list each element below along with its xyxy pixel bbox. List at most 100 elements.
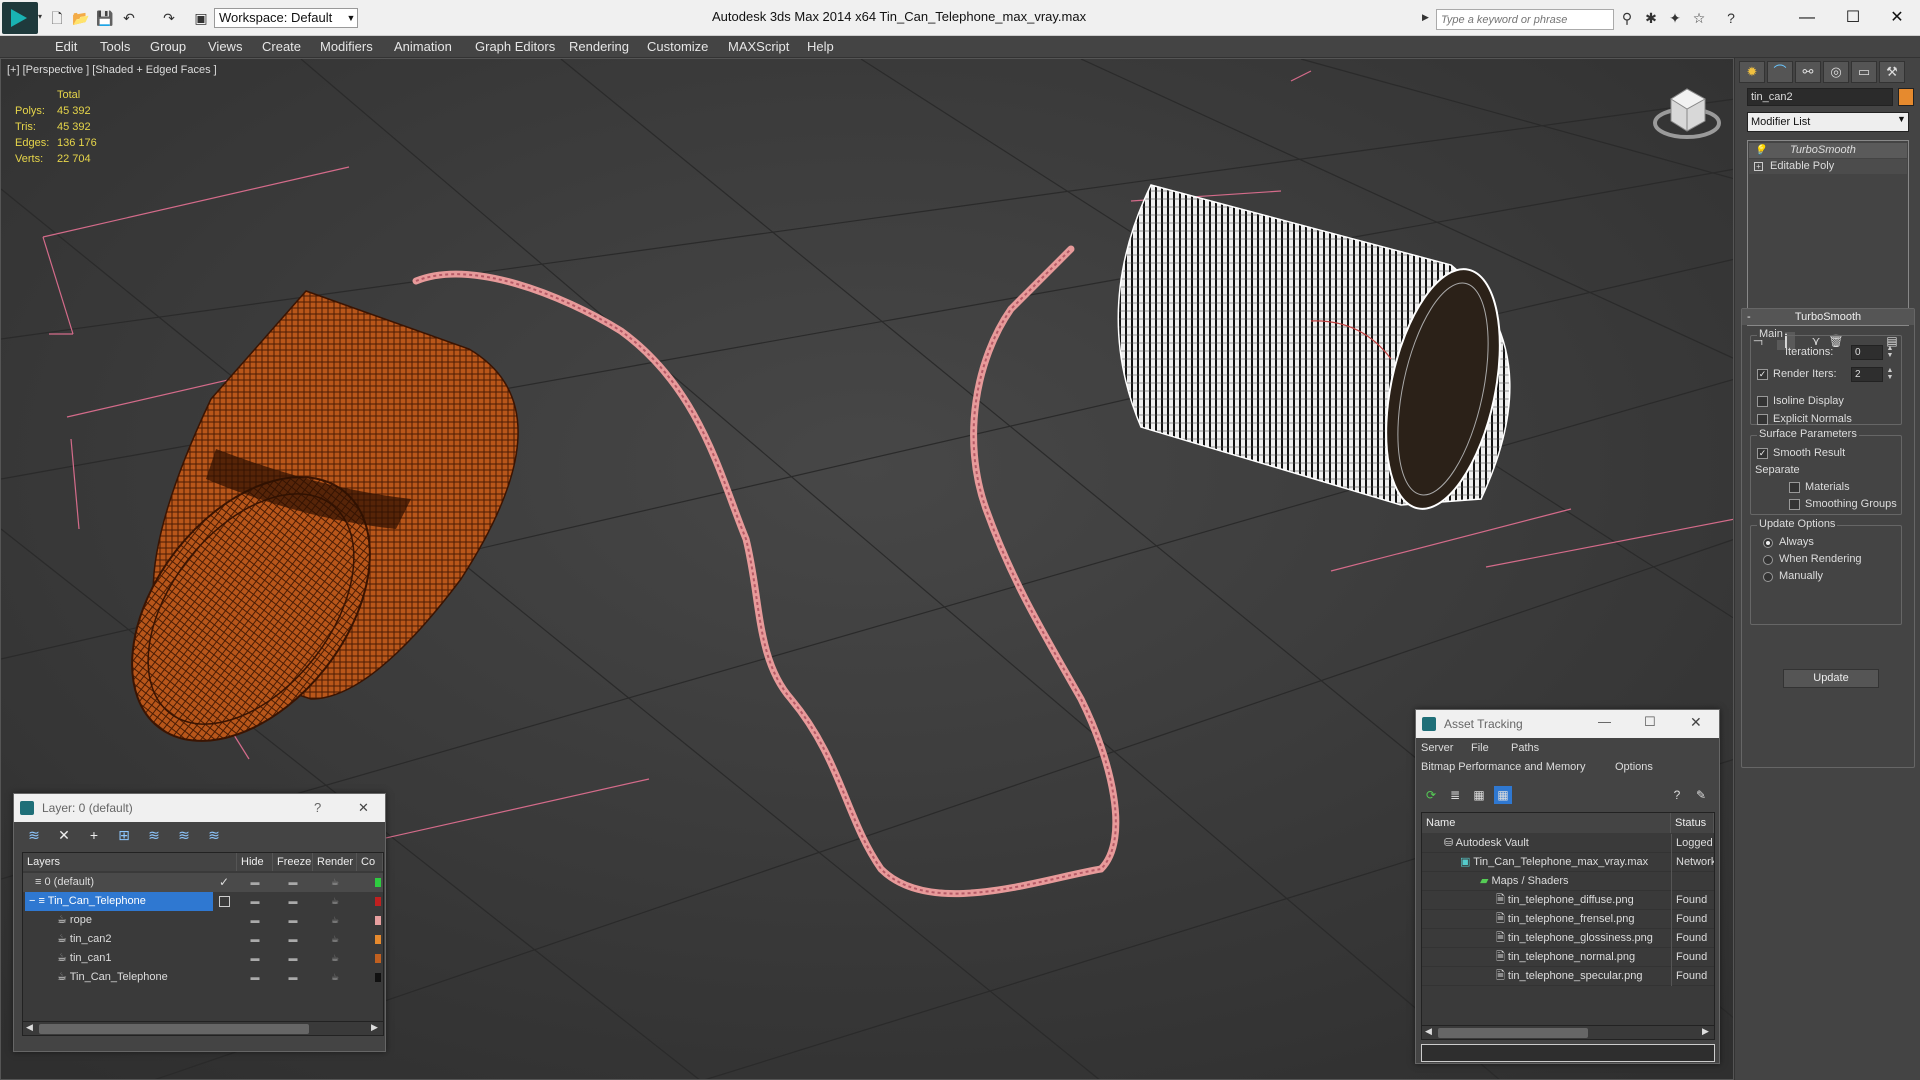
detail-view-icon[interactable]: ▦ xyxy=(1470,786,1488,804)
freeze-toggle[interactable]: ▬ xyxy=(275,892,311,911)
asset-row[interactable]: 🗎 tin_telephone_diffuse.png Found xyxy=(1422,891,1714,910)
expand-plus-icon[interactable]: + xyxy=(1754,162,1763,171)
menu-help[interactable]: Help xyxy=(807,39,834,54)
menu-paths[interactable]: Paths xyxy=(1511,742,1539,754)
menu-customize[interactable]: Customize xyxy=(647,39,708,54)
menu-animation[interactable]: Animation xyxy=(394,39,452,54)
scroll-left-icon[interactable]: ◀ xyxy=(1425,1026,1432,1037)
hide-toggle[interactable]: ▬ xyxy=(237,949,273,968)
freeze-toggle[interactable]: ▬ xyxy=(275,949,311,968)
hierarchy-tab-icon[interactable]: ⚯ xyxy=(1795,61,1821,83)
menu-graph-editors[interactable]: Graph Editors xyxy=(475,39,555,54)
display-tab-icon[interactable]: ▭ xyxy=(1851,61,1877,83)
layer-dialog-titlebar[interactable]: Layer: 0 (default) ? ✕ xyxy=(14,794,385,822)
favorites-star-icon[interactable]: ☆ xyxy=(1690,9,1708,27)
layer-color-swatch[interactable] xyxy=(375,897,381,906)
open-file-icon[interactable]: 📂 xyxy=(72,9,90,27)
search-input[interactable] xyxy=(1436,9,1614,30)
hide-toggle[interactable]: ▬ xyxy=(237,911,273,930)
close-icon[interactable]: ✕ xyxy=(1874,4,1920,32)
hide-all-icon[interactable]: ≋ xyxy=(174,826,194,844)
project-folder-icon[interactable]: ▣ xyxy=(192,9,210,27)
layer-color-swatch[interactable] xyxy=(375,916,381,925)
smooth-result-checkbox[interactable]: ✓ xyxy=(1757,448,1768,459)
menu-server[interactable]: Server xyxy=(1421,742,1453,754)
column-header-status[interactable]: Status xyxy=(1671,813,1714,833)
column-header-color[interactable]: Co xyxy=(357,853,383,871)
isoline-display-checkbox[interactable] xyxy=(1757,396,1768,407)
always-radio[interactable] xyxy=(1763,538,1773,548)
help-icon[interactable]: ? xyxy=(1668,786,1686,804)
active-layer-check-icon[interactable]: ✓ xyxy=(219,873,229,892)
horizontal-scrollbar[interactable]: ◀ ▶ xyxy=(1422,1025,1714,1039)
layer-row[interactable]: ☕ Tin_Can_Telephone ▬ ▬ ☕ xyxy=(23,968,383,987)
spinner-arrows-icon[interactable]: ▲ ▼ xyxy=(1885,367,1895,382)
help-icon[interactable]: ? xyxy=(1722,9,1740,27)
new-file-icon[interactable]: 🗋 xyxy=(48,9,66,27)
menu-file[interactable]: File xyxy=(1471,742,1489,754)
chevron-down-icon[interactable]: ▼ xyxy=(1897,114,1906,124)
render-teapot-icon[interactable]: ☕ xyxy=(317,873,353,892)
menu-bitmap-performance[interactable]: Bitmap Performance and Memory xyxy=(1421,761,1585,773)
render-teapot-icon[interactable]: ☕ xyxy=(317,968,353,987)
freeze-toggle[interactable]: ▬ xyxy=(275,873,311,892)
scroll-right-icon[interactable]: ▶ xyxy=(1702,1026,1709,1037)
column-header-render[interactable]: Render xyxy=(313,853,357,871)
list-view-icon[interactable]: ≣ xyxy=(1446,786,1464,804)
modify-tab-icon[interactable]: ⌒ xyxy=(1767,61,1793,83)
smoothing-groups-checkbox[interactable] xyxy=(1789,499,1800,510)
horizontal-scrollbar[interactable]: ◀ ▶ xyxy=(23,1021,383,1035)
communication-icon[interactable]: ✦ xyxy=(1666,9,1684,27)
hide-toggle[interactable]: ▬ xyxy=(237,930,273,949)
object-color-swatch[interactable] xyxy=(1898,88,1914,106)
column-header-layers[interactable]: Layers xyxy=(23,853,237,871)
viewport-label[interactable]: [+] [Perspective ] [Shaded + Edged Faces… xyxy=(7,64,217,76)
scroll-left-icon[interactable]: ◀ xyxy=(26,1022,33,1033)
freeze-toggle[interactable]: ▬ xyxy=(275,911,311,930)
materials-checkbox[interactable] xyxy=(1789,482,1800,493)
hide-toggle[interactable]: ▬ xyxy=(237,892,273,911)
asset-row[interactable]: 🗎 tin_telephone_specular.png Found xyxy=(1422,967,1714,986)
when-rendering-radio[interactable] xyxy=(1763,555,1773,565)
menu-tools[interactable]: Tools xyxy=(100,39,130,54)
layer-color-swatch[interactable] xyxy=(375,954,381,963)
menu-modifiers[interactable]: Modifiers xyxy=(320,39,373,54)
subscription-icon[interactable]: ✱ xyxy=(1642,9,1660,27)
menu-maxscript[interactable]: MAXScript xyxy=(728,39,789,54)
motion-tab-icon[interactable]: ◎ xyxy=(1823,61,1849,83)
menu-create[interactable]: Create xyxy=(262,39,301,54)
help-icon[interactable]: ? xyxy=(314,800,321,815)
search-expand-icon[interactable]: ▶ xyxy=(1422,12,1429,23)
manually-radio[interactable] xyxy=(1763,572,1773,582)
update-button[interactable]: Update xyxy=(1783,669,1879,688)
scrollbar-thumb[interactable] xyxy=(39,1024,309,1034)
render-teapot-icon[interactable]: ☕ xyxy=(317,930,353,949)
refresh-icon[interactable]: ⟳ xyxy=(1422,786,1440,804)
explicit-normals-checkbox[interactable] xyxy=(1757,414,1768,425)
new-layer-icon[interactable]: ≋ xyxy=(24,826,44,844)
asset-path-field[interactable] xyxy=(1421,1044,1715,1062)
select-objects-icon[interactable]: ⊞ xyxy=(114,826,134,844)
scroll-right-icon[interactable]: ▶ xyxy=(371,1022,378,1033)
chevron-down-icon[interactable]: ▼ xyxy=(344,8,358,28)
add-to-layer-icon[interactable]: + xyxy=(84,826,104,844)
hide-toggle[interactable]: ▬ xyxy=(237,873,273,892)
layer-color-swatch[interactable] xyxy=(375,935,381,944)
modifier-list-dropdown[interactable]: Modifier List xyxy=(1747,112,1909,132)
freeze-toggle[interactable]: ▬ xyxy=(275,930,311,949)
layer-row[interactable]: ☕ tin_can1 ▬ ▬ ☕ xyxy=(23,949,383,968)
rollout-title[interactable]: - TurboSmooth xyxy=(1742,309,1914,325)
close-icon[interactable]: ✕ xyxy=(1690,714,1702,731)
column-header-hide[interactable]: Hide xyxy=(237,853,273,871)
column-header-freeze[interactable]: Freeze xyxy=(273,853,313,871)
create-tab-icon[interactable]: ✹ xyxy=(1739,61,1765,83)
app-logo-icon[interactable] xyxy=(2,2,38,34)
asset-row[interactable]: 🗎 tin_telephone_normal.png Found xyxy=(1422,948,1714,967)
redo-icon[interactable]: ↷ xyxy=(160,9,178,27)
save-file-icon[interactable]: 💾 xyxy=(96,9,114,27)
menu-views[interactable]: Views xyxy=(208,39,242,54)
menu-edit[interactable]: Edit xyxy=(55,39,77,54)
render-teapot-icon[interactable]: ☕ xyxy=(317,949,353,968)
layer-row[interactable]: ≡ 0 (default) ✓ ▬ ▬ ☕ xyxy=(23,873,383,892)
maximize-icon[interactable]: ☐ xyxy=(1644,714,1656,730)
